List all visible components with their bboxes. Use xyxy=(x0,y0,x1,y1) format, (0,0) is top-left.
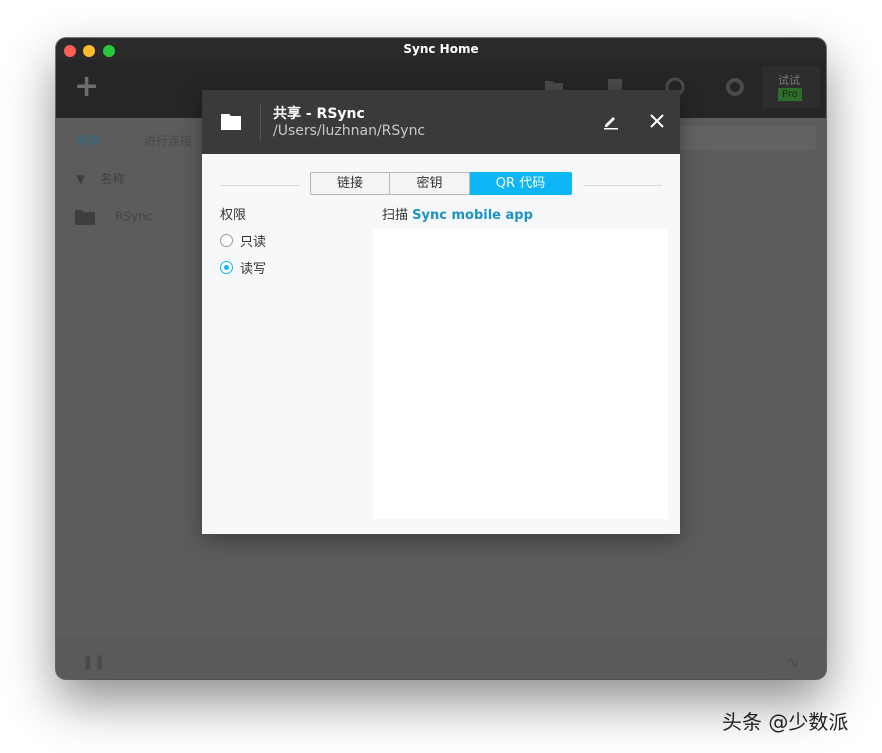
read-only-radio[interactable] xyxy=(220,233,233,247)
column-header: ▼ 名称 xyxy=(76,170,125,187)
scan-instruction: 扫描 Sync mobile app xyxy=(382,204,533,223)
breadcrumb-current: 进行连接 xyxy=(144,134,193,148)
pause-icon[interactable]: ❚❚ xyxy=(82,654,105,670)
tab-link[interactable]: 链接 xyxy=(310,172,390,195)
tab-key[interactable]: 密钥 xyxy=(390,172,470,195)
header-divider xyxy=(260,104,261,140)
trial-label: 试试 xyxy=(778,74,800,87)
plus-icon[interactable]: + xyxy=(74,72,99,102)
read-only-label: 只读 xyxy=(240,234,267,250)
gear-icon[interactable] xyxy=(724,76,746,98)
permission-label: 权限 xyxy=(220,208,247,223)
sort-icon[interactable]: ▼ xyxy=(76,172,85,186)
read-write-label: 读写 xyxy=(240,261,267,277)
window-minimize-button[interactable] xyxy=(83,45,95,57)
folder-icon xyxy=(221,114,241,130)
qr-code-area xyxy=(373,229,668,519)
edit-icon[interactable] xyxy=(602,112,620,130)
close-icon[interactable] xyxy=(648,112,666,130)
folder-icon xyxy=(75,210,95,225)
read-only-option[interactable]: 只读 xyxy=(220,232,267,250)
read-write-option[interactable]: 读写 xyxy=(220,259,267,277)
file-name: RSync xyxy=(115,209,153,224)
pro-badge: Pro xyxy=(778,88,802,101)
tab-qr-code[interactable]: QR 代码 xyxy=(470,172,572,195)
trial-badge[interactable]: 试试 Pro xyxy=(762,66,820,108)
watermark: 头条 @少数派 xyxy=(722,710,849,734)
window-close-button[interactable] xyxy=(64,45,76,57)
scan-prefix: 扫描 xyxy=(382,208,409,223)
share-tabs: 链接 密钥 QR 代码 xyxy=(310,172,572,195)
folder-path: /Users/luzhnan/RSync xyxy=(273,123,426,139)
window-maximize-button[interactable] xyxy=(103,45,115,57)
activity-icon: ∿ xyxy=(786,652,800,671)
dialog-header: 共享 - RSync /Users/luzhnan/RSync xyxy=(202,90,680,154)
window-title: Sync Home xyxy=(403,42,479,56)
column-header-name[interactable]: 名称 xyxy=(101,172,125,186)
tab-divider-right xyxy=(584,185,662,186)
status-bar: ❚❚ ∿ xyxy=(56,639,826,679)
share-dialog: 共享 - RSync /Users/luzhnan/RSync 链接 密钥 QR… xyxy=(202,90,680,534)
dialog-title: 共享 - RSync xyxy=(273,106,365,122)
list-item[interactable]: RSync xyxy=(74,208,152,226)
read-write-radio[interactable] xyxy=(220,260,233,274)
tab-divider-left xyxy=(220,185,300,186)
title-bar: Sync Home xyxy=(56,38,826,60)
breadcrumb-root[interactable]: 所有 xyxy=(76,132,100,149)
sync-mobile-app-link[interactable]: Sync mobile app xyxy=(412,208,533,223)
